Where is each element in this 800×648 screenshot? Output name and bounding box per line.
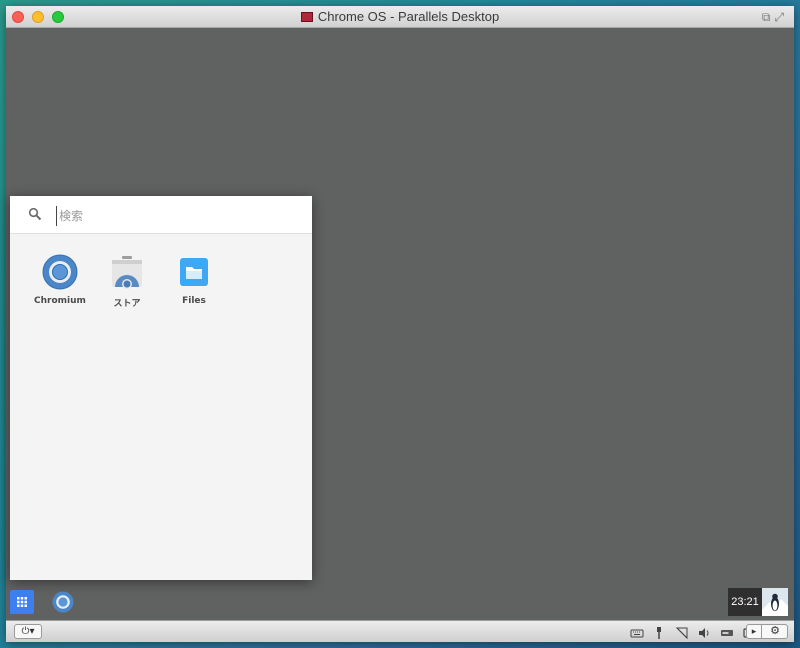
window-title-area: Chrome OS - Parallels Desktop bbox=[6, 6, 794, 28]
app-label: ストア bbox=[113, 299, 141, 309]
parallels-status-bar: ⏻▾ ▸ ⚙ bbox=[6, 620, 794, 642]
app-launcher: Chromium ストア Files bbox=[10, 196, 312, 580]
vm-control-buttons: ▸ ⚙ bbox=[746, 624, 788, 639]
app-label: Chromium bbox=[34, 296, 86, 306]
chromeos-desktop: Chromium ストア Files bbox=[6, 28, 794, 620]
usb-icon[interactable] bbox=[652, 626, 666, 640]
parallels-window: Chrome OS - Parallels Desktop ⧉⤢ 検索 Chro… bbox=[6, 6, 794, 642]
network-icon[interactable] bbox=[675, 626, 689, 640]
gear-icon[interactable]: ⚙ bbox=[763, 625, 787, 638]
search-input[interactable] bbox=[56, 206, 291, 226]
window-titlebar[interactable]: Chrome OS - Parallels Desktop ⧉⤢ bbox=[6, 6, 794, 28]
window-resize-buttons[interactable]: ⧉⤢ bbox=[762, 10, 788, 25]
app-chromium[interactable]: Chromium bbox=[28, 254, 92, 306]
chromium-icon bbox=[42, 254, 78, 290]
device-icons bbox=[630, 624, 760, 640]
power-icon: ⏻▾ bbox=[21, 626, 35, 637]
app-files[interactable]: Files bbox=[162, 254, 226, 306]
search-icon bbox=[28, 207, 42, 221]
play-icon[interactable]: ▸ bbox=[747, 625, 762, 638]
window-title: Chrome OS - Parallels Desktop bbox=[317, 9, 500, 24]
penguin-avatar-icon bbox=[762, 588, 788, 616]
clock[interactable]: 23:21 bbox=[728, 588, 762, 616]
drive-icon[interactable] bbox=[720, 626, 734, 640]
web-store-icon bbox=[112, 256, 142, 289]
shelf: 23:21 bbox=[6, 586, 794, 620]
shelf-chromium-icon[interactable] bbox=[52, 591, 74, 613]
files-folder-icon bbox=[180, 258, 208, 286]
window-mode-icon[interactable]: ⧉ bbox=[762, 10, 775, 24]
app-launcher-button[interactable] bbox=[10, 590, 34, 614]
apps-grid-icon bbox=[17, 597, 27, 607]
fullscreen-icon[interactable]: ⤢ bbox=[774, 10, 788, 24]
power-menu-button[interactable]: ⏻▾ bbox=[14, 624, 42, 639]
app-web-store[interactable]: ストア bbox=[95, 254, 159, 309]
monitor-icon bbox=[300, 12, 313, 22]
volume-icon[interactable] bbox=[697, 626, 711, 640]
keyboard-icon[interactable] bbox=[630, 626, 644, 640]
launcher-search-bar bbox=[10, 196, 312, 234]
app-label: Files bbox=[182, 296, 206, 306]
user-avatar[interactable] bbox=[762, 588, 788, 616]
